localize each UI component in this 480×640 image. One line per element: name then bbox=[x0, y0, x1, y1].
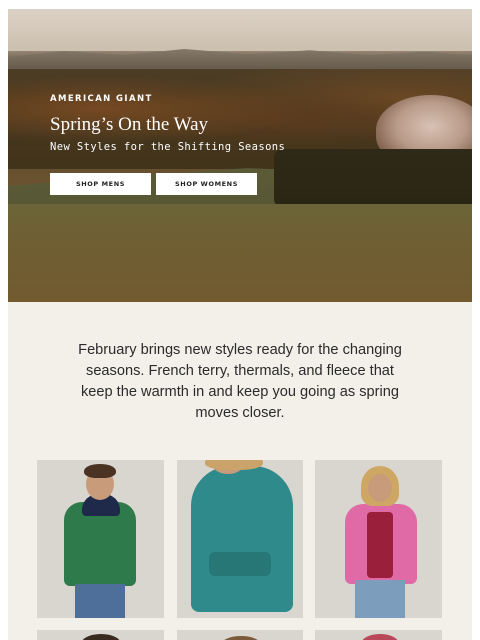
shirt-shape bbox=[367, 512, 393, 578]
intro-text: February brings new styles ready for the… bbox=[78, 342, 402, 421]
hair-shape bbox=[84, 464, 116, 478]
product-card-teal-hoodie[interactable] bbox=[177, 460, 303, 618]
hair-shape bbox=[221, 636, 261, 640]
shop-mens-button[interactable]: SHOP MENS bbox=[50, 173, 151, 195]
hair-shape bbox=[205, 460, 263, 470]
product-card-row2-2[interactable] bbox=[177, 630, 303, 640]
shop-womens-button[interactable]: SHOP WOMENS bbox=[156, 173, 257, 195]
face-shape bbox=[368, 474, 392, 502]
hair-shape bbox=[361, 634, 399, 640]
jeans-shape bbox=[75, 584, 125, 618]
product-image bbox=[177, 460, 303, 618]
hero-hedge bbox=[274, 149, 472, 207]
hair-shape bbox=[81, 634, 121, 640]
product-card-row2-1[interactable] bbox=[37, 630, 164, 640]
jeans-shape bbox=[355, 580, 405, 618]
brand-logo[interactable]: AMERICAN GIANT bbox=[50, 94, 153, 104]
product-card-row2-3[interactable] bbox=[315, 630, 442, 640]
pocket-shape bbox=[209, 552, 271, 576]
hoodie-shape bbox=[191, 466, 293, 612]
hero-field bbox=[8, 204, 472, 302]
hero-headline: Spring’s On the Way bbox=[50, 114, 209, 135]
product-image bbox=[315, 460, 442, 618]
hero-sky bbox=[8, 9, 472, 51]
product-image bbox=[37, 460, 164, 618]
hero-banner[interactable]: AMERICAN GIANT Spring’s On the Way New S… bbox=[8, 9, 472, 302]
email-body: AMERICAN GIANT Spring’s On the Way New S… bbox=[8, 9, 472, 640]
product-card-green-hoodie[interactable] bbox=[37, 460, 164, 618]
hero-subhead: New Styles for the Shifting Seasons bbox=[50, 141, 286, 153]
product-card-pink-hoodie[interactable] bbox=[315, 460, 442, 618]
